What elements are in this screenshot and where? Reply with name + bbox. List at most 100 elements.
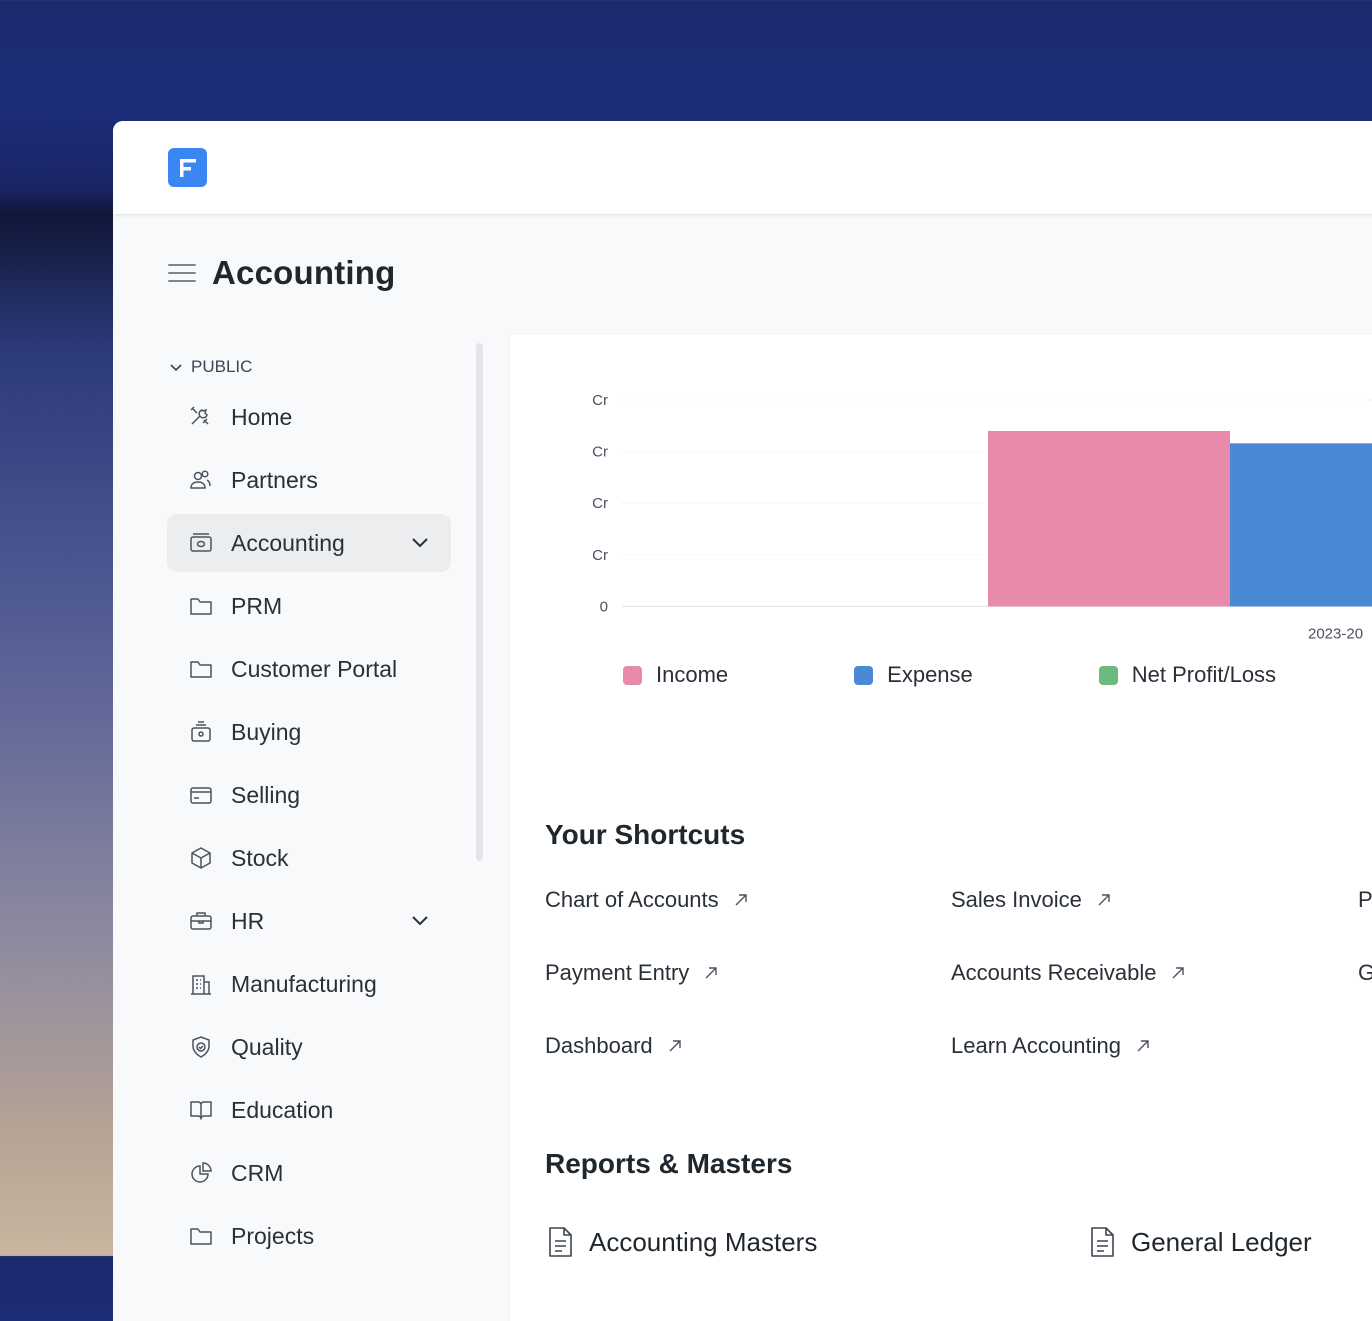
shopping-icon [187, 718, 215, 746]
shortcut-label: Learn Accounting [951, 1033, 1122, 1058]
menu-toggle-icon[interactable] [168, 261, 196, 285]
app-window: Accounting PUBLIC Home Partners Accounting… [113, 121, 1372, 1321]
card-icon [187, 781, 215, 809]
page-title: Accounting [212, 254, 396, 291]
external-link-icon [1172, 967, 1185, 979]
chevron-down-icon[interactable] [409, 531, 431, 558]
legend-swatch [623, 665, 642, 685]
sidebar-item-customer-portal[interactable]: Customer Portal [167, 640, 451, 698]
frappe-logo-icon [179, 158, 196, 177]
chart-legend: Income Expense Net Profit/Loss [623, 662, 1372, 688]
sidebar-section-public[interactable]: PUBLIC [169, 351, 467, 383]
sidebar-item-hr[interactable]: HR [167, 892, 451, 950]
report-card[interactable]: General Ledger [1087, 1226, 1312, 1258]
income-expense-chart: Cr Cr Cr Cr 0 2023-20 [592, 392, 1372, 642]
sidebar-item-label: Customer Portal [231, 655, 398, 682]
y-tick-label: Cr [592, 495, 608, 512]
shortcut-label: G [1358, 960, 1372, 985]
sidebar-item-label: CRM [231, 1159, 284, 1186]
box-icon [187, 844, 215, 872]
shortcut-link[interactable]: Payment Entry [545, 960, 719, 986]
legend-item[interactable]: Income [623, 662, 728, 688]
y-tick-label: Cr [592, 444, 608, 461]
report-card[interactable]: Accounting Masters [545, 1226, 817, 1258]
shortcut-link[interactable]: G [1358, 960, 1372, 986]
external-link-icon [735, 894, 747, 906]
sidebar-item-label: Home [231, 403, 293, 430]
sidebar-item-manufacturing[interactable]: Manufacturing [167, 955, 451, 1013]
sidebar-item-label: PRM [231, 592, 283, 619]
sidebar-item-quality[interactable]: Quality [167, 1018, 451, 1076]
shortcut-link[interactable]: P [1358, 887, 1372, 913]
book-icon [187, 1096, 215, 1124]
sidebar-section-label: PUBLIC [191, 357, 253, 376]
sidebar-item-label: Partners [231, 466, 318, 493]
building-icon [187, 970, 215, 998]
users-icon [187, 466, 215, 494]
shortcut-label: Sales Invoice [951, 887, 1082, 912]
report-label: General Ledger [1131, 1226, 1312, 1257]
sidebar-item-selling[interactable]: Selling [167, 766, 451, 824]
shortcut-label: Chart of Accounts [545, 887, 719, 912]
sidebar-item-crm[interactable]: CRM [167, 1144, 451, 1202]
sidebar-item-accounting[interactable]: Accounting [167, 514, 451, 572]
legend-label: Income [656, 662, 729, 687]
main-content: Cr Cr Cr Cr 0 2023-20 Income Expense Net Profi… [509, 333, 1372, 1321]
external-link-icon [1098, 894, 1110, 906]
sidebar-item-stock[interactable]: Stock [167, 829, 451, 887]
document-icon [1091, 1227, 1114, 1257]
top-navbar [113, 121, 1372, 215]
reports-heading: Reports & Masters [545, 1148, 793, 1179]
external-link-icon [669, 1040, 681, 1052]
sidebar-item-label: Selling [231, 781, 301, 808]
y-tick-label: 0 [600, 598, 608, 615]
briefcase-icon [187, 907, 215, 935]
external-link-icon [705, 967, 717, 979]
sidebar-item-label: Quality [231, 1033, 303, 1060]
app-logo[interactable] [168, 148, 207, 187]
folder-icon [187, 1222, 215, 1250]
sidebar-item-label: Buying [231, 718, 302, 745]
shortcut-link[interactable]: Sales Invoice [951, 887, 1112, 913]
sidebar-item-label: Projects [231, 1222, 315, 1249]
sidebar-item-prm[interactable]: PRM [167, 577, 451, 635]
report-label: Accounting Masters [589, 1226, 818, 1257]
sidebar-item-partners[interactable]: Partners [167, 451, 451, 509]
sidebar-item-label: HR [231, 907, 265, 934]
folder-icon [187, 655, 215, 683]
folder-icon [187, 592, 215, 620]
tools-icon [187, 403, 215, 431]
shortcut-label: Payment Entry [545, 960, 690, 985]
shortcut-label: Dashboard [545, 1033, 653, 1058]
legend-item[interactable]: Net Profit/Loss [1098, 662, 1277, 688]
shortcut-link[interactable]: Dashboard [545, 1033, 683, 1059]
page-header: Accounting [168, 251, 395, 295]
bar-expense [1230, 443, 1372, 607]
legend-swatch [1098, 665, 1118, 685]
shortcut-label: P [1358, 887, 1372, 912]
shield-icon [187, 1033, 215, 1061]
legend-item[interactable]: Expense [854, 662, 973, 688]
sidebar-scrollbar[interactable] [476, 343, 483, 861]
shortcuts-heading: Your Shortcuts [545, 819, 746, 850]
legend-label: Net Profit/Loss [1131, 662, 1277, 687]
shortcut-link[interactable]: Learn Accounting [951, 1033, 1151, 1059]
pie-icon [187, 1159, 215, 1187]
external-link-icon [1137, 1040, 1149, 1052]
y-tick-label: Cr [592, 392, 608, 409]
sidebar-item-education[interactable]: Education [167, 1081, 451, 1139]
chevron-down-icon [170, 364, 182, 372]
chevron-down-icon[interactable] [409, 909, 431, 936]
sidebar-item-home[interactable]: Home [167, 388, 451, 446]
legend-label: Expense [887, 662, 973, 687]
money-icon [187, 529, 215, 557]
legend-swatch [854, 665, 874, 685]
document-icon [549, 1227, 572, 1257]
sidebar-item-label: Manufacturing [231, 970, 377, 997]
sidebar-item-buying[interactable]: Buying [167, 703, 451, 761]
shortcut-link[interactable]: Chart of Accounts [545, 887, 749, 913]
sidebar: PUBLIC Home Partners Accounting PRM Customer… [167, 351, 467, 1265]
shortcut-link[interactable]: Accounts Receivable [951, 960, 1186, 986]
shortcut-label: Accounts Receivable [951, 960, 1157, 985]
sidebar-item-projects[interactable]: Projects [167, 1207, 451, 1265]
